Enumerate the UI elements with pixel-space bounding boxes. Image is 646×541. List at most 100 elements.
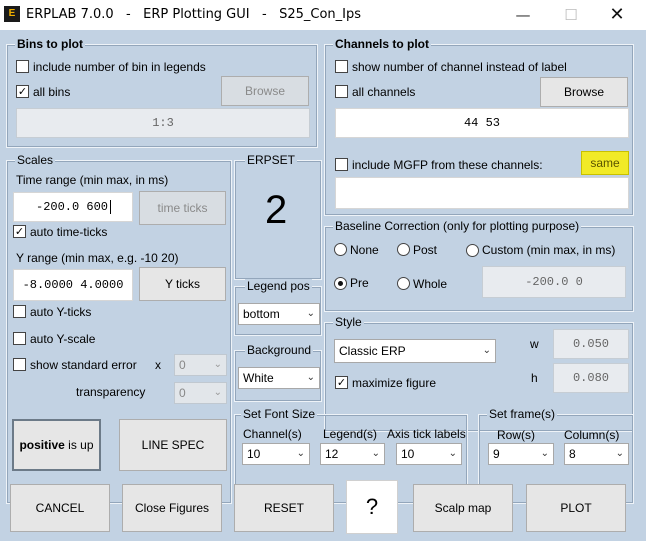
auto-y-scale-label: auto Y-scale bbox=[30, 332, 96, 346]
auto-time-ticks-checkbox[interactable]: ✓ bbox=[13, 225, 26, 238]
baseline-panel-title: Baseline Correction (only for plotting p… bbox=[333, 219, 582, 233]
cancel-button[interactable]: CANCEL bbox=[10, 484, 110, 532]
y-ticks-button[interactable]: Y ticks bbox=[139, 267, 226, 301]
scalp-map-button[interactable]: Scalp map bbox=[413, 484, 513, 532]
all-channels-checkbox[interactable] bbox=[335, 85, 348, 98]
maximize-figure-label: maximize figure bbox=[352, 376, 437, 390]
time-range-value: -200.0 600 bbox=[36, 200, 109, 214]
axis-tick-font-select[interactable]: 10 ⌄ bbox=[396, 443, 462, 465]
erpset-panel-title: ERPSET bbox=[245, 153, 298, 167]
background-panel: Background White ⌄ bbox=[234, 343, 322, 402]
auto-y-ticks-label: auto Y-ticks bbox=[30, 305, 92, 319]
width-input[interactable]: 0.050 bbox=[553, 329, 629, 359]
time-range-input[interactable]: -200.0 600 bbox=[13, 192, 133, 222]
background-value: White bbox=[243, 371, 274, 385]
frame-panel-title: Set frame(s) bbox=[487, 407, 558, 421]
chevron-down-icon: ⌄ bbox=[213, 387, 222, 398]
include-mgfp-label: include MGFP from these channels: bbox=[352, 158, 543, 172]
chevron-down-icon: ⌄ bbox=[540, 448, 549, 459]
time-range-label: Time range (min max, in ms) bbox=[16, 173, 169, 187]
chevron-down-icon: ⌄ bbox=[615, 448, 624, 459]
baseline-pre-radio[interactable] bbox=[334, 277, 347, 290]
row-select[interactable]: 9 ⌄ bbox=[488, 443, 554, 465]
minimize-button[interactable]: — bbox=[500, 2, 546, 28]
y-range-label: Y range (min max, e.g. -10 20) bbox=[16, 251, 179, 265]
show-std-error-label: show standard error bbox=[30, 358, 137, 372]
transparency-select[interactable]: 0 ⌄ bbox=[174, 382, 227, 404]
chevron-down-icon: ⌄ bbox=[448, 448, 457, 459]
include-bin-number-checkbox[interactable] bbox=[16, 60, 29, 73]
all-bins-checkbox[interactable]: ✓ bbox=[16, 85, 29, 98]
positive-is-up-button[interactable]: positive is up bbox=[12, 419, 101, 471]
baseline-whole-label: Whole bbox=[413, 277, 448, 291]
close-figures-button[interactable]: Close Figures bbox=[122, 484, 222, 532]
channel-font-select[interactable]: 10 ⌄ bbox=[242, 443, 310, 465]
bins-browse-button[interactable]: Browse bbox=[221, 76, 309, 106]
bins-input[interactable]: 1:3 bbox=[16, 108, 310, 138]
std-error-x-label: x bbox=[155, 358, 161, 372]
auto-y-scale-checkbox[interactable] bbox=[13, 332, 26, 345]
include-bin-number-label: include number of bin in legends bbox=[33, 60, 206, 74]
baseline-none-radio[interactable] bbox=[334, 243, 347, 256]
maximize-button[interactable]: ☐ bbox=[548, 2, 594, 28]
transparency-value: 0 bbox=[179, 386, 186, 400]
close-button[interactable]: ✕ bbox=[594, 2, 640, 28]
show-channel-number-checkbox[interactable] bbox=[335, 60, 348, 73]
window-title: ERPLAB 7.0.0 - ERP Plotting GUI - S25_Co… bbox=[26, 7, 362, 22]
text-caret bbox=[110, 200, 112, 214]
channel-font-label: Channel(s) bbox=[243, 427, 302, 441]
legend-pos-value: bottom bbox=[243, 307, 280, 321]
radio-selected-dot bbox=[338, 281, 343, 286]
baseline-panel: Baseline Correction (only for plotting p… bbox=[324, 219, 634, 312]
baseline-whole-radio[interactable] bbox=[397, 277, 410, 290]
axis-tick-font-value: 10 bbox=[401, 447, 415, 461]
std-error-select[interactable]: 0 ⌄ bbox=[174, 354, 227, 376]
legend-font-value: 12 bbox=[325, 447, 339, 461]
baseline-custom-label: Custom (min max, in ms) bbox=[482, 243, 616, 257]
legend-font-label: Legend(s) bbox=[323, 427, 378, 441]
chevron-down-icon: ⌄ bbox=[482, 345, 491, 356]
chevron-down-icon: ⌄ bbox=[213, 359, 222, 370]
plot-button[interactable]: PLOT bbox=[526, 484, 626, 532]
help-button[interactable]: ? bbox=[346, 480, 398, 534]
height-label: h bbox=[531, 371, 538, 385]
line-spec-button[interactable]: LINE SPEC bbox=[119, 419, 227, 471]
same-button[interactable]: same bbox=[581, 151, 629, 175]
transparency-label: transparency bbox=[76, 385, 146, 399]
channels-panel: Channels to plot show number of channel … bbox=[324, 37, 634, 216]
show-std-error-checkbox[interactable] bbox=[13, 358, 26, 371]
all-channels-label: all channels bbox=[352, 85, 416, 99]
baseline-post-radio[interactable] bbox=[397, 243, 410, 256]
baseline-custom-input[interactable]: -200.0 0 bbox=[482, 266, 626, 298]
y-range-input[interactable]: -8.0000 4.0000 bbox=[13, 269, 133, 301]
legend-pos-panel: Legend pos bottom ⌄ bbox=[234, 279, 322, 336]
height-input[interactable]: 0.080 bbox=[553, 363, 629, 393]
axis-tick-font-label: Axis tick labels bbox=[387, 427, 466, 441]
column-select[interactable]: 8 ⌄ bbox=[564, 443, 629, 465]
style-select[interactable]: Classic ERP ⌄ bbox=[334, 339, 496, 363]
column-value: 8 bbox=[569, 447, 576, 461]
legend-pos-panel-title: Legend pos bbox=[245, 279, 312, 293]
bins-panel: Bins to plot include number of bin in le… bbox=[6, 37, 318, 148]
legend-font-select[interactable]: 12 ⌄ bbox=[320, 443, 385, 465]
time-ticks-button[interactable]: time ticks bbox=[139, 191, 226, 225]
channels-browse-button[interactable]: Browse bbox=[540, 77, 628, 107]
chevron-down-icon: ⌄ bbox=[371, 448, 380, 459]
reset-button[interactable]: RESET bbox=[234, 484, 334, 532]
auto-y-ticks-checkbox[interactable] bbox=[13, 305, 26, 318]
column-label: Column(s) bbox=[564, 428, 620, 442]
legend-pos-select[interactable]: bottom ⌄ bbox=[238, 303, 320, 325]
baseline-custom-radio[interactable] bbox=[466, 244, 479, 257]
maximize-figure-checkbox[interactable]: ✓ bbox=[335, 376, 348, 389]
is-up-label: is up bbox=[64, 438, 94, 452]
row-label: Row(s) bbox=[497, 428, 535, 442]
include-mgfp-checkbox[interactable] bbox=[335, 158, 348, 171]
baseline-pre-label: Pre bbox=[350, 276, 369, 290]
show-channel-number-label: show number of channel instead of label bbox=[352, 60, 567, 74]
mgfp-channels-input[interactable] bbox=[335, 177, 629, 209]
style-panel-title: Style bbox=[333, 315, 364, 329]
font-size-panel-title: Set Font Size bbox=[241, 407, 318, 421]
title-bar: E ERPLAB 7.0.0 - ERP Plotting GUI - S25_… bbox=[0, 0, 646, 30]
channels-input[interactable]: 44 53 bbox=[335, 108, 629, 138]
background-select[interactable]: White ⌄ bbox=[238, 367, 320, 389]
